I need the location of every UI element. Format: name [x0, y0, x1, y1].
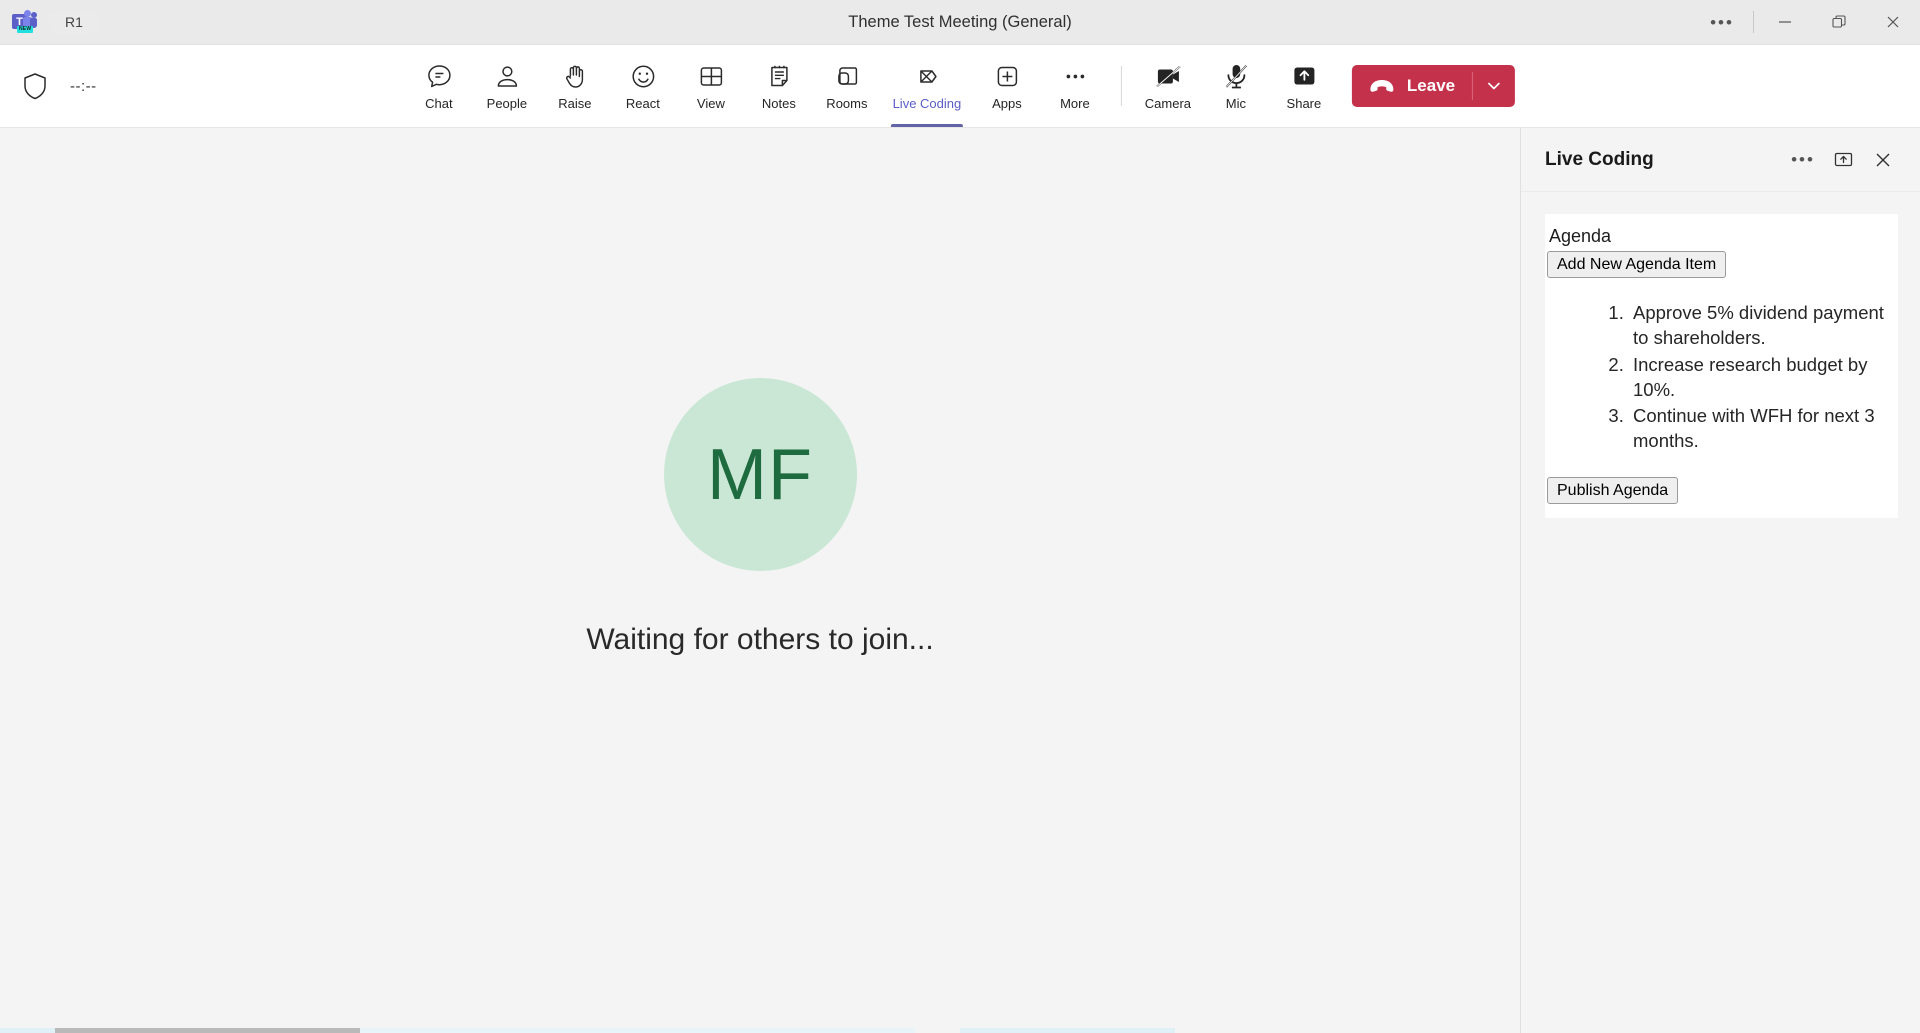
panel-header: Live Coding •••: [1521, 128, 1920, 192]
chat-icon: [424, 61, 453, 91]
hangup-icon: [1370, 80, 1394, 92]
tool-react[interactable]: React: [609, 45, 677, 127]
tool-camera[interactable]: Camera: [1134, 45, 1202, 127]
bottom-strip-segment: [960, 1028, 1175, 1033]
pop-out-icon: [1834, 152, 1852, 167]
title-bar: T NEW R1 Theme Test Meeting (General) ••…: [0, 0, 1920, 45]
panel-more-options-button[interactable]: •••: [1786, 143, 1820, 177]
tool-label: Raise: [558, 96, 592, 111]
tool-notes[interactable]: Notes: [745, 45, 813, 127]
tool-label: Camera: [1144, 96, 1192, 111]
bottom-strip-segment: [360, 1028, 915, 1033]
title-bar-left: T NEW R1: [0, 9, 100, 35]
restore-button[interactable]: [1812, 0, 1866, 45]
agenda-list-item: Approve 5% dividend payment to sharehold…: [1629, 300, 1884, 350]
new-badge: NEW: [17, 26, 34, 33]
shield-icon[interactable]: [22, 71, 48, 101]
bottom-strip-segment: [0, 1028, 55, 1033]
app-tag-pill[interactable]: R1: [48, 10, 100, 34]
tool-label: View: [696, 96, 725, 111]
agenda-label: Agenda: [1549, 226, 1612, 246]
meeting-toolbar-left: --:--: [0, 71, 97, 101]
panel-actions: •••: [1786, 143, 1900, 177]
tool-view[interactable]: View: [677, 45, 745, 127]
leave-button[interactable]: Leave: [1352, 65, 1472, 107]
tool-label: Live Coding: [892, 96, 962, 111]
avatar: MF: [663, 378, 857, 571]
teams-logo-icon: T NEW: [12, 9, 38, 35]
agenda-list-item: Increase research budget by 10%.: [1629, 352, 1884, 402]
tool-apps[interactable]: Apps: [973, 45, 1041, 127]
tool-label: More: [1060, 96, 1090, 111]
live-coding-icon: [912, 61, 941, 91]
agenda-list: Approve 5% dividend payment to sharehold…: [1545, 300, 1884, 453]
avatar-initials: MF: [707, 434, 813, 515]
tool-label: Share: [1286, 96, 1322, 111]
tool-people[interactable]: People: [473, 45, 541, 127]
chevron-down-icon: [1488, 82, 1500, 90]
notes-icon: [764, 61, 793, 91]
camera-off-icon: [1152, 61, 1183, 91]
meeting-toolbar-tools: Chat People Raise React View Notes Rooms…: [405, 45, 1516, 127]
more-dots-icon: •••: [1710, 12, 1734, 32]
people-icon: [492, 61, 521, 91]
tool-mic[interactable]: Mic: [1202, 45, 1270, 127]
tool-share[interactable]: Share: [1270, 45, 1338, 127]
restore-icon: [1832, 15, 1846, 28]
react-icon: [628, 61, 657, 91]
tool-label: Apps: [992, 96, 1022, 111]
view-grid-icon: [696, 61, 725, 91]
panel-popout-button[interactable]: [1826, 143, 1860, 177]
raise-hand-icon: [560, 61, 589, 91]
rooms-icon: [832, 61, 861, 91]
publish-agenda-button[interactable]: Publish Agenda: [1547, 477, 1679, 505]
mic-off-icon: [1220, 61, 1251, 91]
publish-wrap: Publish Agenda: [1545, 473, 1884, 505]
tool-rooms[interactable]: Rooms: [813, 45, 881, 127]
tool-more[interactable]: More: [1041, 45, 1109, 127]
tool-label: Notes: [761, 96, 796, 111]
close-icon: [1876, 153, 1890, 166]
panel-close-button[interactable]: [1866, 143, 1900, 177]
agenda-card: Agenda Add New Agenda Item Approve 5% di…: [1545, 214, 1898, 519]
close-button[interactable]: [1866, 0, 1920, 45]
share-icon: [1288, 61, 1319, 91]
toolbar-divider: [1120, 66, 1122, 106]
minimize-button[interactable]: [1758, 0, 1812, 45]
tool-label: React: [625, 96, 660, 111]
window-controls-divider: [1753, 11, 1754, 33]
tool-label: Rooms: [826, 96, 868, 111]
tool-chat[interactable]: Chat: [405, 45, 473, 127]
bottom-scrollbar-thumb[interactable]: [55, 1028, 360, 1033]
apps-plus-icon: [992, 61, 1021, 91]
agenda-list-item: Continue with WFH for next 3 months.: [1629, 403, 1884, 453]
bottom-strip: [0, 1028, 1520, 1033]
tool-label: Chat: [425, 96, 453, 111]
close-icon: [1887, 16, 1899, 28]
more-dots-icon: •••: [1791, 150, 1815, 169]
teams-logo-person-head-1: [24, 10, 31, 17]
title-more-options-button[interactable]: •••: [1695, 0, 1749, 45]
waiting-message: Waiting for others to join...: [586, 623, 934, 656]
leave-label: Leave: [1406, 76, 1456, 95]
tool-raise[interactable]: Raise: [541, 45, 609, 127]
leave-meeting-control: Leave: [1351, 65, 1516, 107]
meeting-timer: --:--: [70, 77, 97, 95]
tool-label: Mic: [1225, 96, 1247, 111]
more-dots-icon: [1060, 61, 1089, 91]
window-controls: •••: [1695, 0, 1920, 44]
add-agenda-item-button[interactable]: Add New Agenda Item: [1547, 251, 1727, 279]
panel-body: Agenda Add New Agenda Item Approve 5% di…: [1521, 192, 1920, 519]
agenda-heading-wrap: Agenda Add New Agenda Item: [1545, 226, 1884, 279]
leave-options-button[interactable]: [1473, 65, 1515, 107]
meeting-title: Theme Test Meeting (General): [848, 12, 1072, 31]
meeting-toolbar: --:-- Chat People Raise React View Notes…: [0, 45, 1920, 128]
meeting-stage: MF Waiting for others to join...: [0, 128, 1520, 1033]
live-coding-panel: Live Coding ••• Agenda Add New Agenda It…: [1520, 128, 1920, 1033]
minimize-icon: [1779, 21, 1791, 23]
tool-live-coding[interactable]: Live Coding: [881, 45, 973, 127]
tool-label: People: [486, 96, 528, 111]
panel-title: Live Coding: [1545, 148, 1654, 170]
meeting-body: MF Waiting for others to join... Live Co…: [0, 128, 1920, 1033]
